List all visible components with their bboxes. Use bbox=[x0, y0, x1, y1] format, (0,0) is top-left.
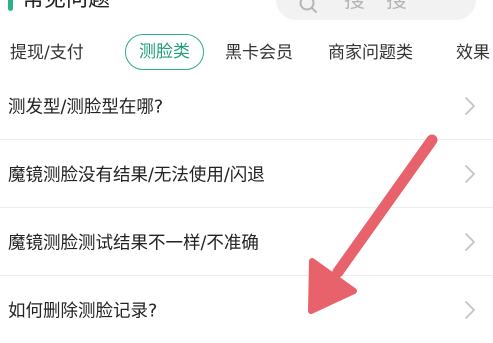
chevron-right-icon bbox=[465, 300, 475, 319]
search-icon bbox=[299, 0, 317, 13]
chevron-right-icon bbox=[465, 232, 475, 251]
faq-screen: 常见问题 搜一搜 提现/支付 测脸类 黑卡会员 商家问题类 效果 测发型/测脸型… bbox=[0, 0, 493, 343]
tab-withdraw-payment[interactable]: 提现/支付 bbox=[10, 34, 84, 72]
chevron-right-icon bbox=[465, 96, 475, 115]
faq-item-label: 测发型/测脸型在哪? bbox=[8, 97, 164, 117]
section-title: 常见问题 bbox=[22, 0, 110, 14]
faq-item[interactable]: 魔镜测脸没有结果/无法使用/闪退 bbox=[0, 140, 493, 208]
faq-item-label: 魔镜测脸测试结果不一样/不准确 bbox=[8, 233, 259, 253]
faq-item-label: 如何删除测脸记录? bbox=[8, 301, 158, 321]
faq-item[interactable]: 如何删除测脸记录? bbox=[0, 276, 493, 343]
tab-black-card-member[interactable]: 黑卡会员 bbox=[225, 34, 293, 72]
search-placeholder: 搜一搜 bbox=[344, 0, 407, 12]
tab-effect[interactable]: 效果 bbox=[456, 34, 490, 72]
faq-item[interactable]: 魔镜测脸测试结果不一样/不准确 bbox=[0, 208, 493, 276]
faq-item-label: 魔镜测脸没有结果/无法使用/闪退 bbox=[8, 165, 265, 185]
header: 常见问题 搜一搜 bbox=[0, 0, 493, 26]
section-marker bbox=[8, 0, 13, 11]
faq-item[interactable]: 测发型/测脸型在哪? bbox=[0, 72, 493, 140]
tab-face-test[interactable]: 测脸类 bbox=[125, 34, 204, 70]
search-input[interactable]: 搜一搜 bbox=[276, 0, 476, 20]
category-tabs: 提现/支付 测脸类 黑卡会员 商家问题类 效果 bbox=[0, 34, 493, 72]
chevron-right-icon bbox=[465, 164, 475, 183]
tab-merchant-issues[interactable]: 商家问题类 bbox=[328, 34, 413, 72]
